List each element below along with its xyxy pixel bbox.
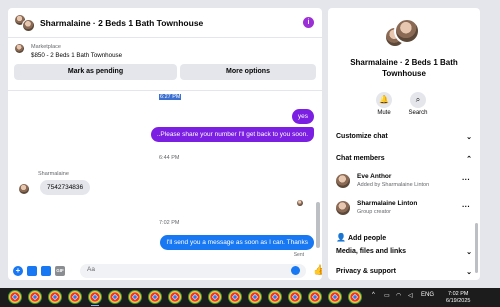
info-icon[interactable]: i [303, 17, 314, 28]
privacy-section[interactable]: Privacy & support ⌄ [336, 268, 472, 280]
volume-icon[interactable]: ◁ [408, 292, 413, 299]
chat-header: Sharmalaine · 2 Beds 1 Bath Townhouse i [8, 8, 322, 38]
chat-title[interactable]: Sharmalaine · 2 Beds 1 Bath Townhouse [40, 18, 203, 28]
chat-members-section[interactable]: Chat members ⌃ [336, 155, 472, 167]
search-icon: ⌕ [410, 92, 426, 108]
timestamp: 6:44 PM [159, 155, 180, 161]
add-person-icon: 👤 [336, 233, 346, 242]
chevron-down-icon: ⌄ [466, 269, 472, 276]
media-section[interactable]: Media, files and links ⌄ [336, 248, 472, 260]
add-people-button[interactable]: 👤 Add people [336, 233, 386, 242]
chrome-icon[interactable] [268, 290, 282, 304]
taskbar: ^ ▭ ◠ ◁ ENG [0, 288, 500, 307]
incoming-message[interactable]: 7542734836 [40, 180, 91, 195]
language-indicator[interactable]: ENG [421, 292, 434, 298]
chrome-icon[interactable] [188, 290, 202, 304]
avatar [394, 18, 420, 44]
section-label: Customize chat [336, 133, 388, 140]
panel-title: Sharmalaine · 2 Beds 1 Bath Townhouse [350, 58, 458, 78]
clock[interactable]: 7:02 PM 6/19/2025 [446, 291, 470, 305]
read-receipt-avatar [297, 200, 303, 206]
outgoing-message[interactable]: yes [291, 109, 314, 124]
listing-name[interactable]: $850 - 2 Beds 1 Bath Townhouse [31, 52, 122, 59]
more-icon[interactable]: ··· [462, 202, 470, 211]
chrome-icon[interactable] [248, 290, 262, 304]
timestamp: 7:02 PM [159, 220, 180, 226]
avatar [336, 201, 350, 215]
chevron-up-icon: ⌃ [466, 156, 472, 163]
sticker-icon[interactable] [41, 266, 51, 276]
section-label: Media, files and links [336, 248, 407, 255]
plus-icon[interactable]: + [13, 266, 23, 276]
chevron-down-icon: ⌄ [466, 249, 472, 256]
avatar[interactable] [19, 184, 29, 194]
member-subtitle: Added by Sharmalaine Linton [357, 182, 430, 188]
scrollbar[interactable] [475, 223, 478, 273]
marketplace-listing: Marketplace $850 - 2 Beds 1 Bath Townhou… [8, 39, 322, 91]
more-options-button[interactable]: More options [180, 64, 316, 80]
search-label: Search [408, 110, 428, 116]
group-avatar[interactable] [14, 14, 36, 32]
avatar [22, 19, 35, 32]
gif-icon[interactable]: GIF [55, 266, 65, 276]
chrome-icon[interactable] [208, 290, 222, 304]
chevron-down-icon: ⌄ [466, 134, 472, 141]
sender-name: Sharmalaine [38, 171, 69, 177]
chrome-icon[interactable] [148, 290, 162, 304]
chevron-up-icon[interactable]: ^ [372, 292, 375, 298]
listing-thumbnail [15, 44, 24, 53]
message-input[interactable]: Aa [80, 264, 306, 278]
scrollbar[interactable] [316, 202, 320, 248]
chrome-icon[interactable] [48, 290, 62, 304]
member-name: Eve Anthor [357, 173, 392, 180]
member-row[interactable]: Sharmalaine Linton Group creator ··· [336, 198, 472, 220]
chrome-icon[interactable] [288, 290, 302, 304]
thumbs-up-icon[interactable]: 👍 [313, 265, 322, 276]
more-icon[interactable]: ··· [462, 175, 470, 184]
photo-icon[interactable] [27, 266, 37, 276]
clock-time: 7:02 PM [447, 291, 469, 297]
emoji-icon[interactable] [291, 266, 300, 275]
group-avatar [384, 18, 424, 54]
chrome-icon[interactable] [108, 290, 122, 304]
outgoing-message[interactable]: I'll send you a message as soon as I can… [160, 235, 314, 250]
listing-category: Marketplace [31, 44, 61, 50]
member-row[interactable]: Eve Anthor Added by Sharmalaine Linton ·… [336, 171, 472, 193]
chrome-icon[interactable] [88, 290, 102, 306]
timestamp: 6:27 PM [159, 94, 182, 100]
message-list: 6:27 PM yes ..Please share your number I… [8, 92, 322, 262]
chrome-icon[interactable] [228, 290, 242, 304]
wifi-icon[interactable]: ◠ [396, 292, 401, 299]
add-people-label: Add people [348, 235, 387, 242]
section-label: Privacy & support [336, 268, 396, 275]
chrome-icon[interactable] [328, 290, 342, 304]
chrome-icon[interactable] [308, 290, 322, 304]
message-placeholder: Aa [87, 266, 95, 273]
chrome-icon[interactable] [68, 290, 82, 304]
member-subtitle: Group creator [357, 209, 391, 215]
bell-icon: 🔔 [376, 92, 392, 108]
composer: + GIF Aa 👍 [8, 262, 322, 280]
chrome-icon[interactable] [348, 290, 362, 304]
chrome-icon[interactable] [28, 290, 42, 304]
avatar [336, 174, 350, 188]
mark-as-pending-button[interactable]: Mark as pending [14, 64, 177, 80]
delivery-status: Sent [293, 252, 304, 258]
network-icon[interactable]: ▭ [384, 292, 390, 299]
customize-chat-section[interactable]: Customize chat ⌄ [336, 133, 472, 145]
member-name: Sharmalaine Linton [357, 200, 418, 207]
chat-details-panel: Sharmalaine · 2 Beds 1 Bath Townhouse 🔔 … [328, 8, 480, 280]
mute-button[interactable]: 🔔 Mute [369, 92, 399, 116]
outgoing-message[interactable]: ..Please share your number I'll get back… [150, 127, 314, 142]
chat-pane: Sharmalaine · 2 Beds 1 Bath Townhouse i … [8, 8, 322, 280]
chrome-icon[interactable] [128, 290, 142, 304]
chrome-icon[interactable] [8, 290, 22, 304]
mute-label: Mute [377, 110, 391, 116]
search-button[interactable]: ⌕ Search [403, 92, 433, 116]
clock-date: 6/19/2025 [446, 298, 471, 304]
chrome-icon[interactable] [168, 290, 182, 304]
section-label: Chat members [336, 155, 385, 162]
